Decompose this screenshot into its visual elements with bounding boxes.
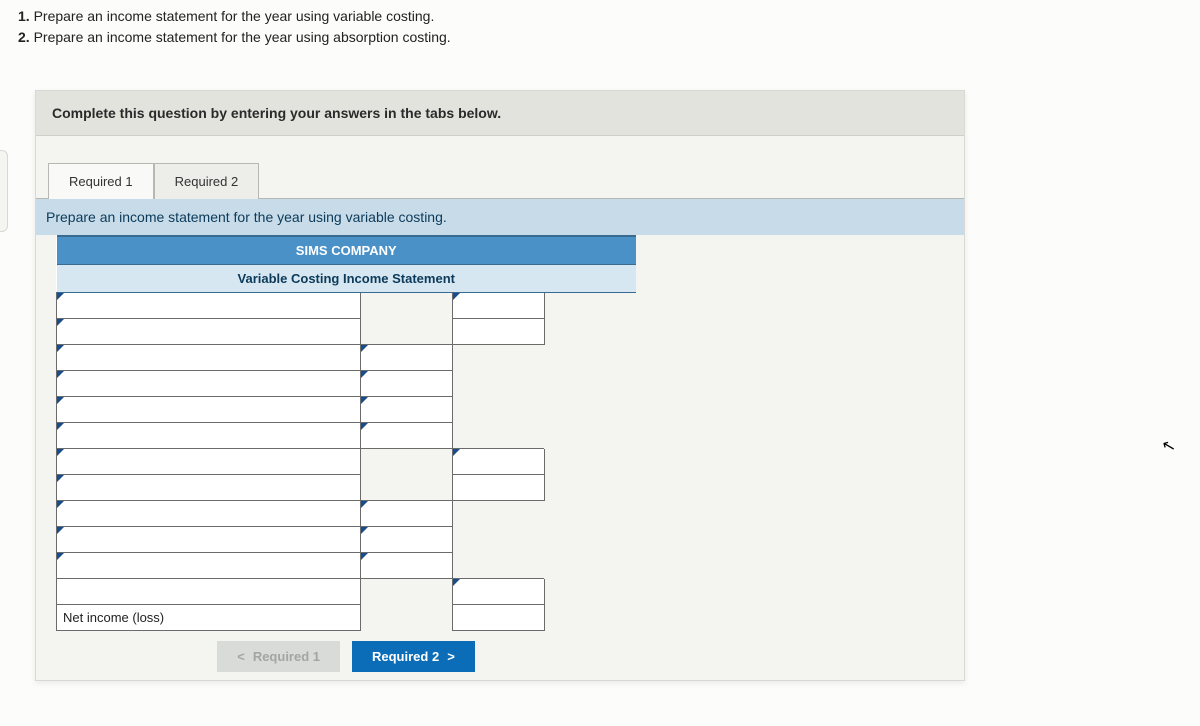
panel-header: Complete this question by entering your …	[36, 91, 964, 136]
amount-cell-ghost	[544, 397, 636, 423]
amount-cell-ghost	[544, 605, 636, 631]
amount-cell-ghost	[361, 449, 453, 475]
table-row	[57, 475, 637, 501]
amount-cell-ghost	[544, 553, 636, 579]
amount-cell-ghost	[361, 605, 453, 631]
amount-cell-ghost	[361, 319, 453, 345]
tab-required-1[interactable]: Required 1	[48, 163, 154, 199]
amount-cell-ghost	[544, 293, 636, 319]
table-row	[57, 449, 637, 475]
amount-cell[interactable]	[361, 553, 453, 579]
prev-tab-button: < Required 1	[217, 641, 340, 672]
table-row	[57, 371, 637, 397]
amount-cell-ghost	[544, 579, 636, 605]
amount-cell-ghost	[452, 397, 544, 423]
line-item-select[interactable]	[57, 371, 361, 397]
amount-cell[interactable]	[452, 605, 544, 631]
income-statement-table: SIMS COMPANY Variable Costing Income Sta…	[56, 235, 636, 631]
amount-cell[interactable]	[452, 293, 544, 319]
amount-cell-ghost	[544, 527, 636, 553]
line-item-select[interactable]	[57, 553, 361, 579]
worksheet-area: SIMS COMPANY Variable Costing Income Sta…	[36, 235, 964, 680]
prev-tab-label: Required 1	[253, 649, 320, 664]
chevron-left-icon: <	[237, 649, 245, 664]
amount-cell[interactable]	[452, 319, 544, 345]
line-item-select[interactable]	[57, 345, 361, 371]
amount-cell[interactable]	[361, 345, 453, 371]
line-item-select[interactable]	[57, 527, 361, 553]
instruction-1-number: 1.	[18, 8, 30, 24]
amount-cell-ghost	[452, 501, 544, 527]
company-name-header: SIMS COMPANY	[57, 236, 637, 265]
amount-cell-ghost	[544, 371, 636, 397]
table-row	[57, 345, 637, 371]
table-row	[57, 579, 637, 605]
instruction-2-text: Prepare an income statement for the year…	[30, 29, 451, 45]
amount-cell[interactable]	[452, 579, 544, 605]
amount-cell[interactable]	[361, 501, 453, 527]
table-row	[57, 319, 637, 345]
amount-cell-ghost	[544, 319, 636, 345]
next-tab-label: Required 2	[372, 649, 439, 664]
line-item-select[interactable]	[57, 449, 361, 475]
amount-cell-ghost	[544, 423, 636, 449]
statement-title-header: Variable Costing Income Statement	[57, 265, 637, 293]
amount-cell[interactable]	[361, 423, 453, 449]
amount-cell-ghost	[544, 475, 636, 501]
tab-required-2[interactable]: Required 2	[154, 163, 260, 199]
amount-cell[interactable]	[361, 527, 453, 553]
line-item-select[interactable]	[57, 293, 361, 319]
line-item-select[interactable]	[57, 475, 361, 501]
line-item-blank	[57, 579, 361, 605]
question-instructions: 1. Prepare an income statement for the y…	[0, 0, 1200, 60]
next-tab-button[interactable]: Required 2 >	[352, 641, 475, 672]
amount-cell-ghost	[544, 345, 636, 371]
chevron-right-icon: >	[447, 649, 455, 664]
table-row	[57, 397, 637, 423]
amount-cell[interactable]	[361, 371, 453, 397]
net-income-label: Net income (loss)	[57, 605, 361, 631]
table-row	[57, 293, 637, 319]
amount-cell-ghost	[452, 527, 544, 553]
amount-cell-ghost	[452, 345, 544, 371]
amount-cell-ghost	[544, 501, 636, 527]
amount-cell[interactable]	[361, 397, 453, 423]
side-drawer-handle[interactable]	[0, 150, 8, 232]
table-row	[57, 501, 637, 527]
amount-cell[interactable]	[452, 475, 544, 501]
line-item-select[interactable]	[57, 423, 361, 449]
amount-cell-ghost	[452, 553, 544, 579]
line-item-select[interactable]	[57, 501, 361, 527]
amount-cell-ghost	[361, 475, 453, 501]
amount-cell-ghost	[452, 371, 544, 397]
line-item-select[interactable]	[57, 319, 361, 345]
amount-cell-ghost	[361, 293, 453, 319]
instruction-2-number: 2.	[18, 29, 30, 45]
amount-cell-ghost	[361, 579, 453, 605]
table-row	[57, 553, 637, 579]
instruction-1-text: Prepare an income statement for the year…	[30, 8, 435, 24]
amount-cell-ghost	[544, 449, 636, 475]
tab-nav-row: < Required 1 Required 2 >	[56, 631, 636, 680]
tab-subprompt: Prepare an income statement for the year…	[36, 198, 964, 235]
tabs-row: Required 1 Required 2	[36, 136, 964, 198]
answer-panel: Complete this question by entering your …	[35, 90, 965, 681]
table-row	[57, 527, 637, 553]
table-row-net-income: Net income (loss)	[57, 605, 637, 631]
amount-cell-ghost	[452, 423, 544, 449]
amount-cell[interactable]	[452, 449, 544, 475]
line-item-select[interactable]	[57, 397, 361, 423]
cursor-icon: ↖	[1159, 435, 1177, 458]
table-row	[57, 423, 637, 449]
